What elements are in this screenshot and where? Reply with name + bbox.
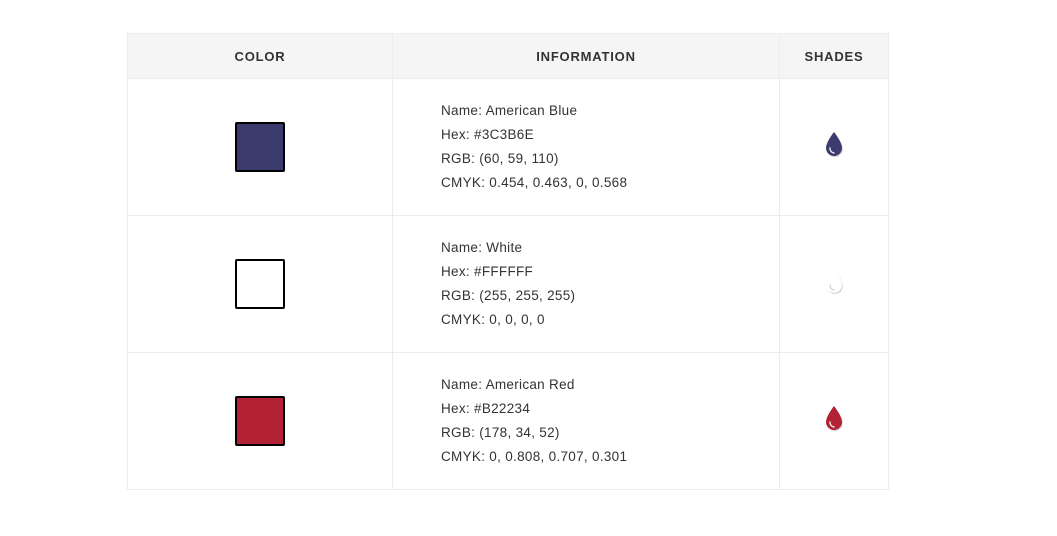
drop-icon[interactable] xyxy=(823,267,845,297)
swatch-cell xyxy=(127,352,393,490)
color-rgb: RGB: (255, 255, 255) xyxy=(441,288,576,303)
table-header-row: COLOR INFORMATION SHADES xyxy=(127,33,889,79)
color-swatch xyxy=(235,396,285,446)
swatch-cell xyxy=(127,215,393,353)
color-cmyk: CMYK: 0, 0, 0, 0 xyxy=(441,312,545,327)
color-hex: Hex: #B22234 xyxy=(441,401,531,416)
info-cell: Name: White Hex: #FFFFFF RGB: (255, 255,… xyxy=(392,215,780,353)
swatch-cell xyxy=(127,78,393,216)
color-rgb: RGB: (60, 59, 110) xyxy=(441,151,559,166)
drop-icon[interactable] xyxy=(823,404,845,434)
shade-cell xyxy=(779,78,889,216)
color-cmyk: CMYK: 0.454, 0.463, 0, 0.568 xyxy=(441,175,628,190)
color-hex: Hex: #FFFFFF xyxy=(441,264,534,279)
color-swatch xyxy=(235,122,285,172)
color-name: Name: American Red xyxy=(441,377,575,392)
info-cell: Name: American Blue Hex: #3C3B6E RGB: (6… xyxy=(392,78,780,216)
table-row: Name: American Red Hex: #B22234 RGB: (17… xyxy=(127,352,889,490)
color-table: COLOR INFORMATION SHADES Name: American … xyxy=(127,33,889,490)
color-hex: Hex: #3C3B6E xyxy=(441,127,534,142)
color-cmyk: CMYK: 0, 0.808, 0.707, 0.301 xyxy=(441,449,628,464)
color-name: Name: White xyxy=(441,240,523,255)
color-rgb: RGB: (178, 34, 52) xyxy=(441,425,560,440)
color-swatch xyxy=(235,259,285,309)
drop-icon[interactable] xyxy=(823,130,845,160)
shade-cell xyxy=(779,352,889,490)
shades-column-header: SHADES xyxy=(779,33,889,79)
shade-cell xyxy=(779,215,889,353)
color-name: Name: American Blue xyxy=(441,103,578,118)
table-row: Name: American Blue Hex: #3C3B6E RGB: (6… xyxy=(127,78,889,216)
info-cell: Name: American Red Hex: #B22234 RGB: (17… xyxy=(392,352,780,490)
color-column-header: COLOR xyxy=(127,33,393,79)
table-row: Name: White Hex: #FFFFFF RGB: (255, 255,… xyxy=(127,215,889,353)
information-column-header: INFORMATION xyxy=(392,33,780,79)
